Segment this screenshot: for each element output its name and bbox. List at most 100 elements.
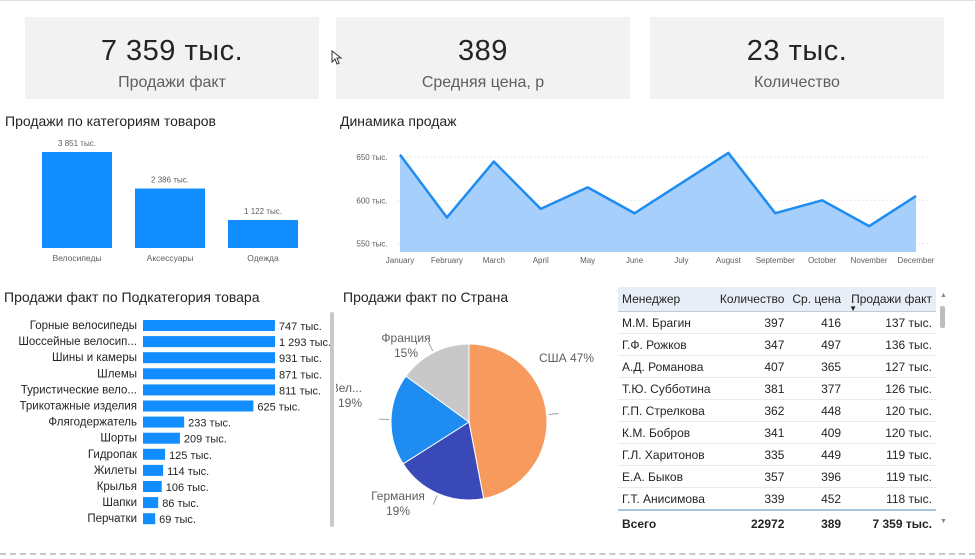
kpi-value: 23 тыс. bbox=[746, 35, 848, 67]
category-bar[interactable] bbox=[135, 188, 205, 248]
subcategory-bar[interactable] bbox=[143, 352, 275, 364]
pie-percent-label: 19% bbox=[386, 504, 410, 518]
subcategory-bar[interactable] bbox=[143, 400, 254, 412]
kpi-card-sales[interactable]: 7 359 тыс. Продажи факт bbox=[25, 17, 319, 99]
subcategory-data-label: 69 тыс. bbox=[159, 514, 196, 526]
subcategory-bar[interactable] bbox=[143, 336, 275, 348]
kpi-value: 389 bbox=[458, 35, 508, 67]
pie-slice[interactable] bbox=[468, 343, 548, 500]
data-point[interactable] bbox=[586, 185, 590, 189]
subcategory-bar[interactable] bbox=[143, 432, 180, 444]
cell-sales: 118 тыс. bbox=[845, 487, 936, 511]
subcategory-chart-title: Продажи факт по Подкатегория товара bbox=[4, 289, 260, 305]
subcategory-scrollbar[interactable] bbox=[330, 312, 334, 527]
data-point[interactable] bbox=[492, 160, 496, 164]
data-point[interactable] bbox=[773, 211, 777, 215]
cell-avg-price: 416 bbox=[788, 311, 846, 334]
kpi-label: Средняя цена, р bbox=[421, 74, 545, 91]
x-tick-label: September bbox=[756, 256, 795, 265]
sort-desc-icon: ▼ bbox=[849, 304, 858, 313]
subcategory-bar[interactable] bbox=[143, 416, 185, 428]
sales-dynamics-area-chart[interactable]: 550 тыс. 600 тыс. 650 тыс. January February M… bbox=[330, 130, 945, 270]
table-row[interactable]: Т.Ю. Субботина 381 377 126 тыс. bbox=[618, 377, 936, 400]
subcategory-label: Жилеты bbox=[94, 465, 137, 477]
cell-manager: А.Д. Романова bbox=[618, 355, 716, 378]
column-header-manager[interactable]: Менеджер bbox=[618, 287, 716, 312]
cell-quantity: 347 bbox=[715, 333, 789, 356]
table-row[interactable]: А.Д. Романова 407 365 127 тыс. bbox=[618, 355, 936, 378]
subcategory-bar[interactable] bbox=[143, 384, 275, 396]
data-point[interactable] bbox=[633, 211, 637, 215]
subcategory-bar[interactable] bbox=[143, 481, 162, 492]
x-tick-label: November bbox=[851, 256, 888, 265]
column-header-avg-price[interactable]: Ср. цена bbox=[788, 287, 846, 312]
table-total-row: Всего 22972 389 7 359 тыс. bbox=[618, 509, 936, 537]
table-row[interactable]: К.М. Бобров 341 409 120 тыс. bbox=[618, 421, 936, 444]
data-point[interactable] bbox=[679, 181, 683, 185]
subcategory-label: Трикотажные изделия bbox=[20, 401, 137, 413]
subcategory-data-label: 125 тыс. bbox=[169, 450, 212, 462]
subcategory-bar[interactable] bbox=[143, 448, 166, 460]
pie-label: Вел... bbox=[336, 381, 362, 395]
column-header-quantity[interactable]: Количество bbox=[715, 287, 789, 312]
subcategory-data-label: 86 тыс. bbox=[162, 498, 199, 510]
data-point[interactable] bbox=[445, 216, 449, 220]
kpi-card-quantity[interactable]: 23 тыс. Количество bbox=[650, 17, 944, 99]
subcategory-data-label: 1 293 тыс. bbox=[279, 337, 330, 349]
subcategory-bar[interactable] bbox=[143, 320, 275, 331]
total-quantity: 22972 bbox=[715, 509, 789, 537]
scroll-down-icon[interactable]: ▼ bbox=[940, 518, 947, 525]
column-header-sales[interactable]: Продажи факт ▼ bbox=[845, 287, 936, 313]
cell-quantity: 381 bbox=[715, 377, 789, 400]
subcategory-label: Шлемы bbox=[97, 368, 137, 380]
pie-percent-label: 15% bbox=[394, 346, 418, 360]
table-header-row: Менеджер Количество Ср. цена Продажи фак… bbox=[618, 287, 936, 313]
category-chart-title: Продажи по категориям товаров bbox=[5, 113, 216, 129]
category-bar[interactable] bbox=[42, 152, 112, 248]
cell-avg-price: 452 bbox=[788, 487, 846, 511]
data-point[interactable] bbox=[398, 153, 402, 157]
kpi-label: Продажи факт bbox=[118, 74, 226, 91]
x-tick-label: June bbox=[626, 256, 644, 265]
cell-sales: 126 тыс. bbox=[845, 377, 936, 400]
data-point[interactable] bbox=[820, 198, 824, 202]
data-point[interactable] bbox=[867, 224, 871, 228]
manager-table[interactable]: Менеджер Количество Ср. цена Продажи фак… bbox=[618, 287, 936, 537]
table-row[interactable]: Г.Т. Анисимова 339 452 118 тыс. bbox=[618, 487, 936, 511]
subcategory-bar[interactable] bbox=[143, 513, 156, 525]
data-point[interactable] bbox=[539, 207, 543, 211]
table-row[interactable]: Г.Л. Харитонов 335 449 119 тыс. bbox=[618, 443, 936, 466]
subcategory-label: Шоссейные велосип... bbox=[18, 336, 137, 348]
table-scrollbar-thumb[interactable] bbox=[940, 306, 945, 328]
table-row[interactable]: Е.А. Быков 357 396 119 тыс. bbox=[618, 465, 936, 488]
data-point[interactable] bbox=[914, 194, 918, 198]
country-pie-chart[interactable]: США 47%Германия19%Вел...19%Франция15% bbox=[336, 310, 611, 530]
x-tick-label: December bbox=[898, 256, 935, 265]
cell-manager: Е.А. Быков bbox=[618, 465, 716, 488]
subcategory-data-label: 106 тыс. bbox=[166, 482, 209, 494]
kpi-card-avg-price[interactable]: 389 Средняя цена, р bbox=[336, 17, 630, 99]
category-bar-chart[interactable]: 3 851 тыс. Велосипеды 2 386 тыс. Аксессуары… bbox=[0, 130, 320, 270]
cell-quantity: 339 bbox=[715, 487, 789, 511]
category-bar[interactable] bbox=[228, 220, 298, 248]
subcategory-bar-chart[interactable]: Горные велосипеды 747 тыс. Шоссейные велос… bbox=[0, 310, 330, 530]
subcategory-bar[interactable] bbox=[143, 497, 159, 509]
scroll-up-icon[interactable]: ▲ bbox=[940, 292, 947, 299]
y-tick-label: 650 тыс. bbox=[356, 153, 387, 162]
cell-quantity: 357 bbox=[715, 465, 789, 488]
subcategory-label: Шины и камеры bbox=[52, 352, 137, 364]
subcategory-bar[interactable] bbox=[143, 368, 275, 380]
cell-avg-price: 365 bbox=[788, 355, 846, 378]
table-row[interactable]: М.М. Брагин 397 416 137 тыс. bbox=[618, 311, 936, 334]
subcategory-bar[interactable] bbox=[143, 464, 164, 476]
cell-sales: 120 тыс. bbox=[845, 421, 936, 444]
table-row[interactable]: Г.П. Стрелкова 362 448 120 тыс. bbox=[618, 399, 936, 422]
table-row[interactable]: Г.Ф. Рожков 347 497 136 тыс. bbox=[618, 333, 936, 356]
data-point[interactable] bbox=[726, 151, 730, 155]
top-border bbox=[0, 0, 975, 1]
x-tick-label: May bbox=[580, 256, 595, 265]
subcategory-label: Перчатки bbox=[87, 513, 137, 525]
subcategory-label: Шапки bbox=[102, 497, 137, 509]
category-axis-label: Велосипеды bbox=[52, 253, 101, 263]
subcategory-data-label: 233 тыс. bbox=[188, 418, 231, 430]
